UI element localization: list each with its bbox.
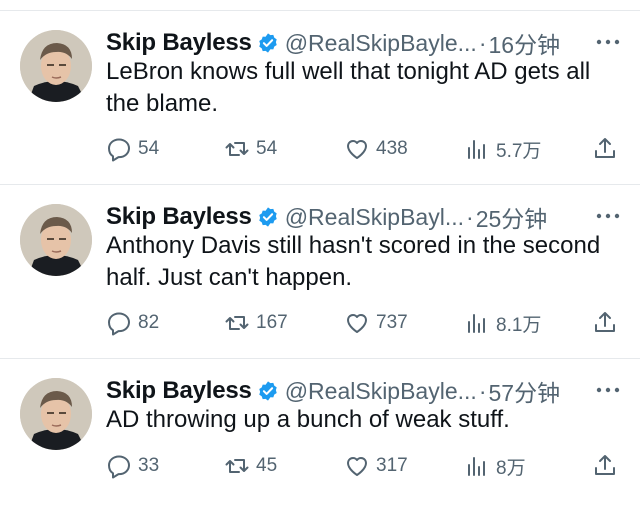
share-button[interactable] — [592, 135, 618, 163]
like-count: 737 — [376, 312, 408, 333]
timestamp[interactable]: 25分钟 — [476, 200, 548, 234]
tweet-text: AD throwing up a bunch of weak stuff. — [106, 406, 510, 433]
tweet-actions: 54 54 438 5.7万 — [106, 135, 626, 163]
retweet-icon — [225, 142, 249, 156]
share-icon — [595, 312, 615, 332]
reply-button[interactable]: 54 — [106, 135, 159, 163]
retweet-icon — [225, 316, 249, 330]
divider — [0, 358, 640, 359]
tweet-text: Anthony Davis still hasn't scored in the… — [106, 232, 601, 291]
retweet-count: 45 — [256, 455, 278, 476]
more-icon[interactable] — [594, 32, 622, 52]
divider — [0, 184, 640, 185]
view-count: 5.7万 — [496, 140, 542, 162]
share-icon — [595, 455, 615, 475]
heart-icon — [347, 457, 367, 476]
views-button[interactable]: 5.7万 — [464, 135, 541, 163]
heart-icon — [347, 140, 367, 159]
tweet-header: Skip Bayless @RealSkipBayle... · 16分钟 — [106, 28, 626, 58]
more-icon[interactable] — [594, 206, 622, 226]
share-button[interactable] — [592, 309, 618, 337]
reply-icon — [108, 138, 130, 162]
retweet-count: 54 — [256, 138, 278, 159]
reply-count: 82 — [138, 312, 160, 333]
retweet-button[interactable]: 54 — [224, 135, 277, 163]
more-icon[interactable] — [594, 380, 622, 400]
tweet-header: Skip Bayless @RealSkipBayle... · 57分钟 — [106, 376, 626, 406]
share-button[interactable] — [592, 452, 618, 480]
reply-icon — [108, 312, 130, 336]
retweet-icon — [225, 459, 249, 473]
verified-badge-icon — [258, 207, 277, 227]
tweet-feed: Skip Bayless @RealSkipBayle... · 16分钟 Le… — [0, 0, 640, 505]
views-button[interactable]: 8万 — [464, 452, 526, 480]
timestamp[interactable]: 16分钟 — [488, 26, 560, 60]
retweet-button[interactable]: 45 — [224, 452, 277, 480]
like-button[interactable]: 737 — [344, 309, 408, 337]
verified-badge-icon — [258, 381, 277, 401]
tweet-3[interactable]: Skip Bayless @RealSkipBayle... · 57分钟 AD… — [0, 376, 640, 496]
author-handle[interactable]: @RealSkipBayle... — [285, 378, 477, 405]
avatar[interactable] — [20, 30, 92, 102]
like-button[interactable]: 317 — [344, 452, 408, 480]
views-icon — [468, 314, 485, 333]
view-count: 8万 — [496, 457, 526, 479]
author-handle[interactable]: @RealSkipBayle... — [285, 30, 477, 57]
reply-count: 54 — [138, 138, 160, 159]
views-icon — [468, 457, 485, 476]
avatar[interactable] — [20, 204, 92, 276]
author-name[interactable]: Skip Bayless — [106, 203, 252, 231]
reply-count: 33 — [138, 455, 160, 476]
divider — [0, 10, 640, 11]
tweet-1[interactable]: Skip Bayless @RealSkipBayle... · 16分钟 Le… — [0, 28, 640, 178]
author-name[interactable]: Skip Bayless — [106, 29, 252, 57]
separator-dot: · — [478, 29, 487, 56]
like-count: 438 — [376, 138, 408, 159]
verified-badge-icon — [258, 33, 277, 53]
like-count: 317 — [376, 455, 408, 476]
tweet-text: LeBron knows full well that tonight AD g… — [106, 58, 591, 117]
tweet-header: Skip Bayless @RealSkipBayl... · 25分钟 — [106, 202, 626, 232]
tweet-actions: 82 167 737 8.1万 — [106, 309, 626, 337]
reply-button[interactable]: 33 — [106, 452, 159, 480]
author-handle[interactable]: @RealSkipBayl... — [285, 204, 464, 231]
tweet-2[interactable]: Skip Bayless @RealSkipBayl... · 25分钟 Ant… — [0, 202, 640, 352]
author-name[interactable]: Skip Bayless — [106, 377, 252, 405]
reply-button[interactable]: 82 — [106, 309, 159, 337]
like-button[interactable]: 438 — [344, 135, 408, 163]
heart-icon — [347, 314, 367, 333]
tweet-actions: 33 45 317 8万 — [106, 452, 626, 480]
retweet-count: 167 — [256, 312, 288, 333]
timestamp[interactable]: 57分钟 — [488, 374, 560, 408]
retweet-button[interactable]: 167 — [224, 309, 288, 337]
view-count: 8.1万 — [496, 314, 542, 336]
separator-dot: · — [466, 203, 474, 230]
views-icon — [468, 140, 485, 159]
avatar[interactable] — [20, 378, 92, 450]
reply-icon — [108, 455, 130, 479]
views-button[interactable]: 8.1万 — [464, 309, 541, 337]
separator-dot: · — [478, 377, 487, 404]
share-icon — [595, 138, 615, 158]
